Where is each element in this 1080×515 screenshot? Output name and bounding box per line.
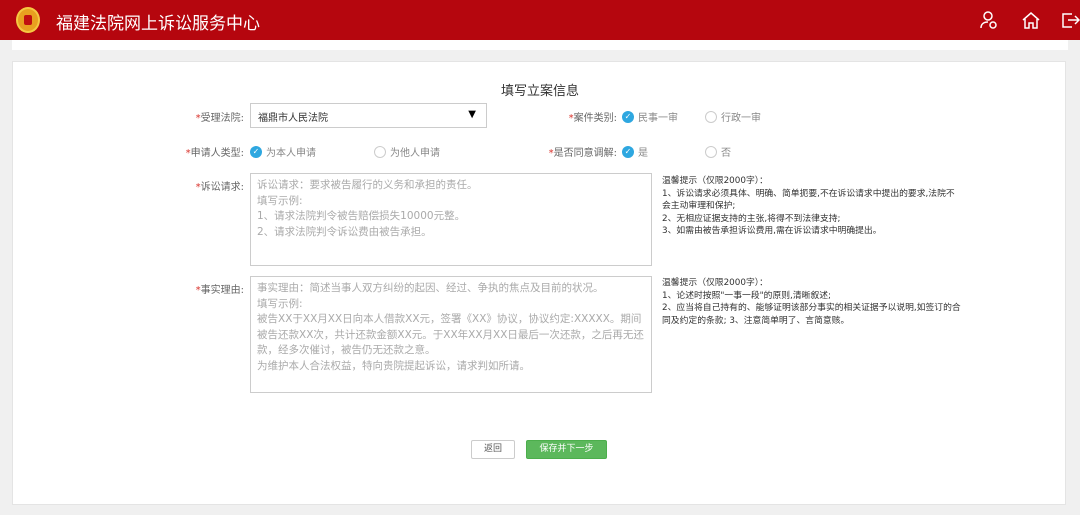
checked-icon: ✓: [622, 145, 634, 158]
facts-label: *事实理由:: [195, 285, 244, 296]
case-type-admin-radio[interactable]: 行政一审: [705, 109, 761, 124]
checked-icon: ✓: [250, 145, 262, 158]
top-header: 福建法院网上诉讼服务中心: [0, 0, 1080, 40]
save-next-button[interactable]: 保存并下一步: [526, 440, 607, 459]
court-select[interactable]: 福鼎市人民法院 ▼: [250, 103, 487, 128]
page-title: 填写立案信息: [500, 84, 579, 99]
logout-icon[interactable]: [1060, 10, 1080, 30]
home-icon[interactable]: [1021, 10, 1041, 30]
applicant-self-radio[interactable]: ✓ 为本人申请: [250, 144, 316, 159]
mediation-yes-radio[interactable]: ✓ 是: [622, 144, 648, 159]
site-title: 福建法院网上诉讼服务中心: [56, 14, 260, 34]
case-type-civil-radio[interactable]: ✓ 民事一审: [622, 109, 678, 124]
court-label: *受理法院:: [195, 113, 244, 124]
dropdown-arrow-icon: ▼: [468, 109, 476, 120]
facts-textarea[interactable]: 事实理由：简述当事人双方纠纷的起因、经过、争执的焦点及目前的状况。 填写示例: …: [250, 276, 652, 393]
applicant-other-radio[interactable]: 为他人申请: [374, 144, 440, 159]
mediation-label: *是否同意调解:: [548, 148, 617, 159]
claims-tip: 温馨提示（仅限2000字）： 1、诉讼请求必须具体、明确、简单扼要,不在诉讼请求…: [662, 176, 955, 236]
applicant-type-label: *申请人类型:: [185, 148, 244, 159]
mediation-no-radio[interactable]: 否: [705, 144, 731, 159]
case-type-label: *案件类别:: [568, 113, 617, 124]
claims-textarea[interactable]: 诉讼请求：要求被告履行的义务和承担的责任。 填写示例: 1、请求法院判令被告赔偿…: [250, 173, 652, 266]
user-settings-icon[interactable]: [979, 10, 999, 30]
breadcrumb-strip: [12, 40, 1068, 50]
court-emblem-logo: [16, 7, 40, 33]
checked-icon: ✓: [622, 110, 634, 123]
claims-label: *诉讼请求:: [195, 182, 244, 193]
back-button[interactable]: 返回: [471, 440, 515, 459]
facts-tip: 温馨提示（仅限2000字）： 1、论述时按照"一事一段"的原则,清晰叙述; 2、…: [662, 278, 961, 326]
